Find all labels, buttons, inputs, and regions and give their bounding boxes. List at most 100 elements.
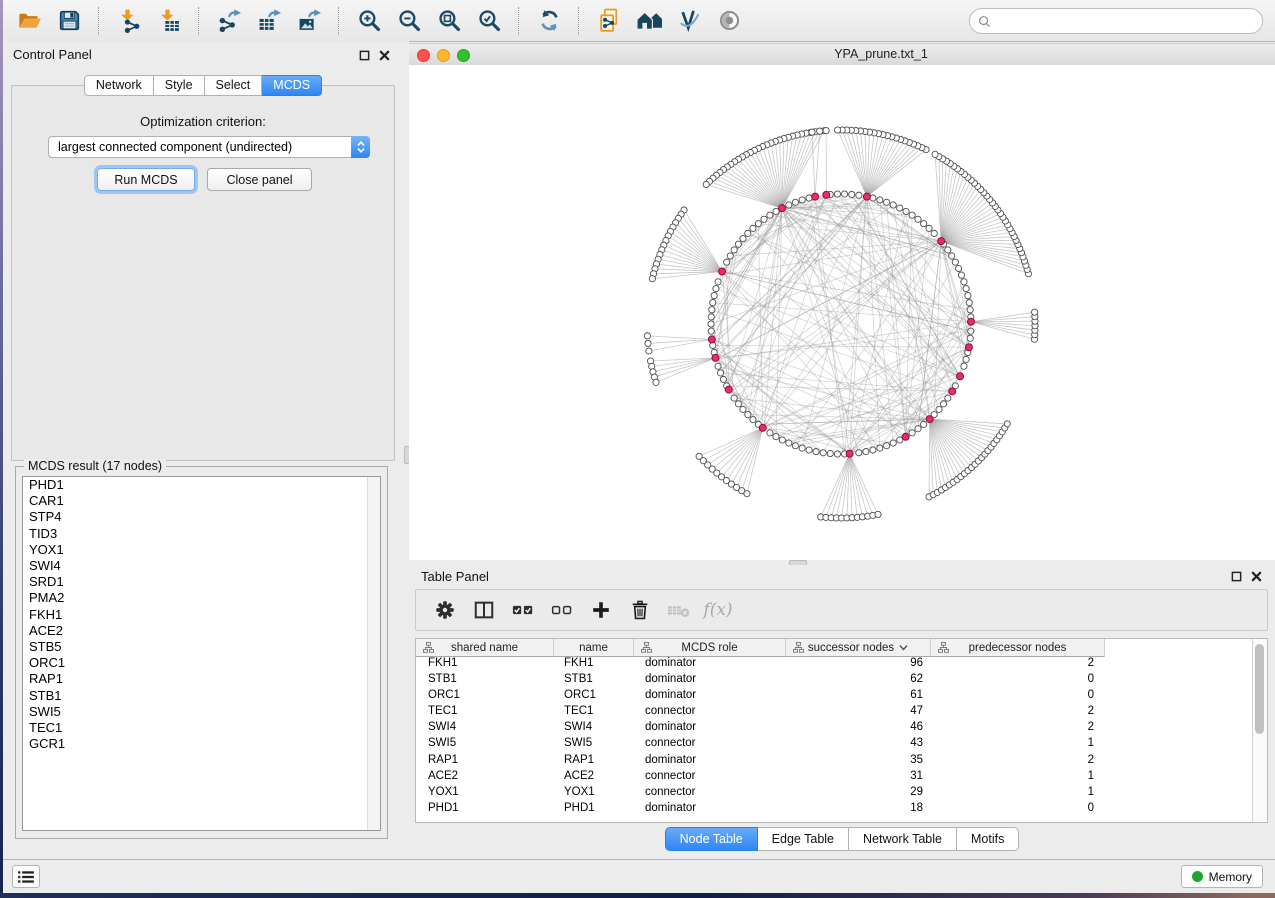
open-folder-icon[interactable] [14,6,44,36]
network-canvas[interactable] [409,65,1275,560]
scrollbar-thumb[interactable] [1255,644,1264,734]
list-icon [17,870,35,884]
table-row[interactable]: ACE2ACE2connector311 [416,770,1253,786]
search-box [969,8,1263,34]
table-cell: SWI4 [416,721,554,737]
close-panel-icon[interactable] [377,48,391,62]
clone-network-icon[interactable] [594,6,624,36]
table-mode-icon[interactable] [471,597,497,623]
column-header-name[interactable]: name [554,639,634,657]
optimization-label: Optimization criterion: [12,114,394,129]
tab-node-table[interactable]: Node Table [665,827,758,851]
close-window-icon[interactable] [417,49,430,62]
import-table-icon[interactable] [154,6,184,36]
table-cell: dominator [634,721,786,737]
show-columns-icon[interactable] [510,597,536,623]
column-header-MCDS-role[interactable]: MCDS role [634,639,786,657]
settings-gear-icon[interactable] [432,597,458,623]
table-scrollbar[interactable] [1252,639,1267,822]
table-cell: dominator [634,754,786,770]
zoom-fit-icon[interactable] [434,6,464,36]
mcds-result-list[interactable]: PHD1CAR1STP4TID3YOX1SWI4SRD1PMA2FKH1ACE2… [22,476,381,831]
birds-eye-icon[interactable] [714,6,744,36]
mcds-result-item[interactable]: PHD1 [23,477,380,493]
zoom-selected-icon[interactable] [474,6,504,36]
export-network-icon[interactable] [214,6,244,36]
mcds-result-item[interactable]: GCR1 [23,736,380,752]
control-panel-title: Control Panel [13,47,92,62]
mcds-hub-node [957,373,964,380]
mcds-result-item[interactable]: STB5 [23,639,380,655]
column-header-successor-nodes[interactable]: successor nodes [786,639,931,657]
control-panel: Control Panel NetworkStyleSelectMCDS Opt… [3,41,404,860]
table-cell: dominator [634,673,786,689]
hide-columns-icon[interactable] [549,597,575,623]
mcds-hub-node [725,386,732,393]
tab-mcds[interactable]: MCDS [262,75,322,96]
control-panel-header: Control Panel [3,41,403,68]
tab-network-table[interactable]: Network Table [849,827,957,851]
mcds-result-item[interactable]: TID3 [23,526,380,542]
tab-edge-table[interactable]: Edge Table [758,827,849,851]
home-icon[interactable] [634,6,664,36]
mcds-result-item[interactable]: STB1 [23,688,380,704]
table-row[interactable]: TEC1TEC1connector472 [416,705,1253,721]
memory-button[interactable]: Memory [1181,865,1263,888]
optimization-select[interactable]: largest connected component (undirected) [48,136,370,158]
tab-motifs[interactable]: Motifs [957,827,1019,851]
zoom-out-icon[interactable] [394,6,424,36]
mcds-result-item[interactable]: ACE2 [23,623,380,639]
maximize-window-icon[interactable] [457,49,470,62]
mcds-result-item[interactable]: RAP1 [23,671,380,687]
column-header-predecessor-nodes[interactable]: predecessor nodes [931,639,1105,657]
mcds-result-item[interactable]: SWI5 [23,704,380,720]
mcds-hub-node [778,205,785,212]
save-icon[interactable] [54,6,84,36]
mcds-result-item[interactable]: SRD1 [23,574,380,590]
sort-desc-icon [899,644,908,651]
minimize-window-icon[interactable] [437,49,450,62]
mcds-result-item[interactable]: PMA2 [23,590,380,606]
table-row[interactable]: RAP1RAP1dominator352 [416,754,1253,770]
table-row[interactable]: YOX1YOX1connector291 [416,786,1253,802]
task-history-button[interactable] [12,865,40,888]
mcds-result-item[interactable]: ORC1 [23,655,380,671]
table-row[interactable]: SWI5SWI5connector431 [416,737,1253,753]
mcds-list-scrollbar[interactable] [367,477,380,830]
table-row[interactable]: ORC1ORC1dominator610 [416,689,1253,705]
tab-network[interactable]: Network [84,75,154,96]
mcds-result-item[interactable]: CAR1 [23,493,380,509]
float-panel-icon[interactable] [357,48,371,62]
create-column-icon[interactable] [588,597,614,623]
function-builder-icon: f(x) [705,597,731,623]
close-panel-icon[interactable] [1249,569,1263,583]
zoom-in-icon[interactable] [354,6,384,36]
table-row[interactable]: FKH1FKH1dominator962 [416,657,1253,673]
close-panel-button[interactable]: Close panel [207,168,312,191]
export-image-icon[interactable] [294,6,324,36]
mcds-hub-node [712,354,719,361]
mcds-result-item[interactable]: FKH1 [23,607,380,623]
tab-select[interactable]: Select [205,75,263,96]
mcds-result-item[interactable]: TEC1 [23,720,380,736]
mcds-result-item[interactable]: YOX1 [23,542,380,558]
import-network-icon[interactable] [114,6,144,36]
table-row[interactable]: STB1STB1dominator620 [416,673,1253,689]
table-row[interactable]: PHD1PHD1dominator180 [416,802,1253,818]
mcds-result-item[interactable]: SWI4 [23,558,380,574]
float-panel-icon[interactable] [1229,569,1243,583]
graphics-details-icon[interactable] [674,6,704,36]
export-table-icon[interactable] [254,6,284,36]
run-mcds-button[interactable]: Run MCDS [97,168,195,191]
mcds-result-group: MCDS result (17 nodes) PHD1CAR1STP4TID3Y… [15,466,388,839]
mcds-result-legend: MCDS result (17 nodes) [24,459,166,473]
delete-column-icon[interactable] [627,597,653,623]
column-header-shared-name[interactable]: shared name [416,639,554,657]
refresh-icon[interactable] [534,6,564,36]
table-body: FKH1FKH1dominator962STB1STB1dominator620… [416,657,1253,822]
mcds-result-item[interactable]: STP4 [23,509,380,525]
search-input[interactable] [995,11,1262,31]
table-row[interactable]: SWI4SWI4dominator462 [416,721,1253,737]
table-cell: dominator [634,657,786,673]
tab-style[interactable]: Style [154,75,205,96]
